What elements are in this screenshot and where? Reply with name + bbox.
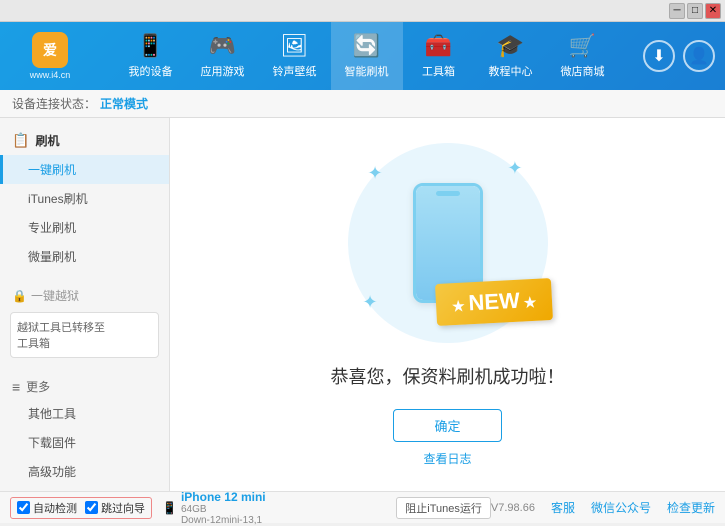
skip-wizard-label: 跳过向导 [101,500,145,516]
sparkle-icon-2: ✦ [507,158,522,179]
service-link[interactable]: 客服 [551,499,575,516]
main-area: ✦ ✦ ✦ NEW 恭喜您，保资料刷机成功啦！ 确定 查看日志 [170,118,725,491]
logo-icon: 爱 [32,32,68,68]
title-bar: ─ □ ✕ [0,0,725,22]
stop-itunes-button[interactable]: 阻止iTunes运行 [396,497,491,519]
sidebar-item-advanced[interactable]: 高级功能 [0,457,169,486]
advanced-label: 高级功能 [28,465,76,479]
nav-right-buttons: ⬇ 👤 [643,40,715,72]
download-button[interactable]: ⬇ [643,40,675,72]
nav-toolbox[interactable]: 🧰 工具箱 [403,22,475,90]
flash-section-label: 刷机 [35,132,59,149]
pro-flash-label: 专业刷机 [28,221,76,235]
micro-flash-label: 微量刷机 [28,250,76,264]
device-name: iPhone 12 mini [181,490,266,504]
logo-text-icon: 爱 [43,40,57,60]
nav-weidian-label: 微店商城 [561,63,605,79]
nav-tutorial-label: 教程中心 [489,63,533,79]
lock-icon: 🔒 [12,289,27,303]
skip-wizard-input[interactable] [85,501,98,514]
header: 爱 www.i4.cn 📱 我的设备 🎮 应用游戏 🖼 铃声壁纸 🔄 智能刷机 … [0,22,725,90]
wechat-link[interactable]: 微信公众号 [591,499,651,516]
weidian-icon: 🛒 [569,33,596,59]
minimize-button[interactable]: ─ [669,3,685,19]
version-text: V7.98.66 [491,502,535,514]
info-box-line1: 越狱工具已转移至 [17,319,152,335]
bottom-left: 自动检测 跳过向导 📱 iPhone 12 mini 64GB Down-12m… [10,490,266,526]
confirm-button[interactable]: 确定 [393,409,501,442]
device-storage: 64GB [181,504,266,515]
one-key-flash-label: 一键刷机 [28,163,76,177]
device-info: iPhone 12 mini 64GB Down-12mini-13,1 [181,490,266,526]
nav-ringtone-label: 铃声壁纸 [273,63,317,79]
nav-smart-flash-label: 智能刷机 [345,63,389,79]
logo-area[interactable]: 爱 www.i4.cn [10,32,90,80]
status-bar: 设备连接状态： 正常模式 [0,90,725,118]
log-link[interactable]: 查看日志 [423,450,471,467]
auto-detect-input[interactable] [17,501,30,514]
sidebar: 📋 刷机 一键刷机 iTunes刷机 专业刷机 微量刷机 🔒 一键越狱 越狱工具… [0,118,170,491]
main-content: 📋 刷机 一键刷机 iTunes刷机 专业刷机 微量刷机 🔒 一键越狱 越狱工具… [0,118,725,491]
sidebar-item-pro-flash[interactable]: 专业刷机 [0,213,169,242]
sidebar-item-micro-flash[interactable]: 微量刷机 [0,242,169,271]
sidebar-item-other-tools[interactable]: 其他工具 [0,399,169,428]
nav-tutorial[interactable]: 🎓 教程中心 [475,22,547,90]
other-tools-label: 其他工具 [28,407,76,421]
nav-my-device-label: 我的设备 [129,63,173,79]
sidebar-item-one-key-flash[interactable]: 一键刷机 [0,155,169,184]
download-fw-label: 下载固件 [28,436,76,450]
my-device-icon: 📱 [137,33,164,59]
sidebar-item-download-fw[interactable]: 下载固件 [0,428,169,457]
sparkle-icon-1: ✦ [368,163,383,184]
more-section-header: ≡ 更多 [0,374,169,399]
nav-ringtone[interactable]: 🖼 铃声壁纸 [259,22,331,90]
sparkle-icon-3: ✦ [363,292,378,313]
tutorial-icon: 🎓 [497,33,524,59]
bottom-right: V7.98.66 客服 微信公众号 检查更新 [491,499,715,516]
status-label: 设备连接状态： [12,95,96,112]
maximize-button[interactable]: □ [687,3,703,19]
skip-wizard-checkbox[interactable]: 跳过向导 [85,500,145,516]
itunes-flash-label: iTunes刷机 [28,192,88,206]
flash-section-header: 📋 刷机 [0,126,169,155]
sidebar-item-itunes-flash[interactable]: iTunes刷机 [0,184,169,213]
device-version: Down-12mini-13,1 [181,515,266,526]
apps-games-icon: 🎮 [209,33,236,59]
phone-notch [436,191,460,196]
auto-detect-checkbox[interactable]: 自动检测 [17,500,77,516]
nav-items: 📱 我的设备 🎮 应用游戏 🖼 铃声壁纸 🔄 智能刷机 🧰 工具箱 🎓 教程中心… [90,22,643,90]
more-section-label: 更多 [26,378,50,395]
sidebar-info-box: 越狱工具已转移至 工具箱 [10,312,159,358]
nav-toolbox-label: 工具箱 [422,63,455,79]
sidebar-jailbreak-locked: 🔒 一键越狱 [0,283,169,308]
nav-apps-games[interactable]: 🎮 应用游戏 [187,22,259,90]
toolbox-icon: 🧰 [425,33,452,59]
bottom-bar: 自动检测 跳过向导 📱 iPhone 12 mini 64GB Down-12m… [0,491,725,523]
success-message: 恭喜您，保资料刷机成功啦！ [331,363,565,389]
nav-smart-flash[interactable]: 🔄 智能刷机 [331,22,403,90]
jailbreak-label: 一键越狱 [31,287,79,304]
new-badge: NEW [435,277,553,325]
user-button[interactable]: 👤 [683,40,715,72]
smart-flash-icon: 🔄 [353,33,380,59]
logo-url: www.i4.cn [30,70,71,80]
illustration: ✦ ✦ ✦ NEW [338,143,558,343]
check-update-link[interactable]: 检查更新 [667,499,715,516]
ringtone-icon: 🖼 [281,33,309,59]
flash-section-icon: 📋 [12,132,29,149]
auto-detect-label: 自动检测 [33,500,77,516]
close-button[interactable]: ✕ [705,3,721,19]
status-value: 正常模式 [100,95,148,112]
checkbox-group: 自动检测 跳过向导 [10,497,152,519]
info-box-line2: 工具箱 [17,335,152,351]
device-row: 📱 iPhone 12 mini 64GB Down-12mini-13,1 [162,490,266,526]
nav-my-device[interactable]: 📱 我的设备 [115,22,187,90]
device-icon: 📱 [162,501,177,515]
more-icon: ≡ [12,379,20,395]
nav-apps-games-label: 应用游戏 [201,63,245,79]
nav-weidian[interactable]: 🛒 微店商城 [547,22,619,90]
